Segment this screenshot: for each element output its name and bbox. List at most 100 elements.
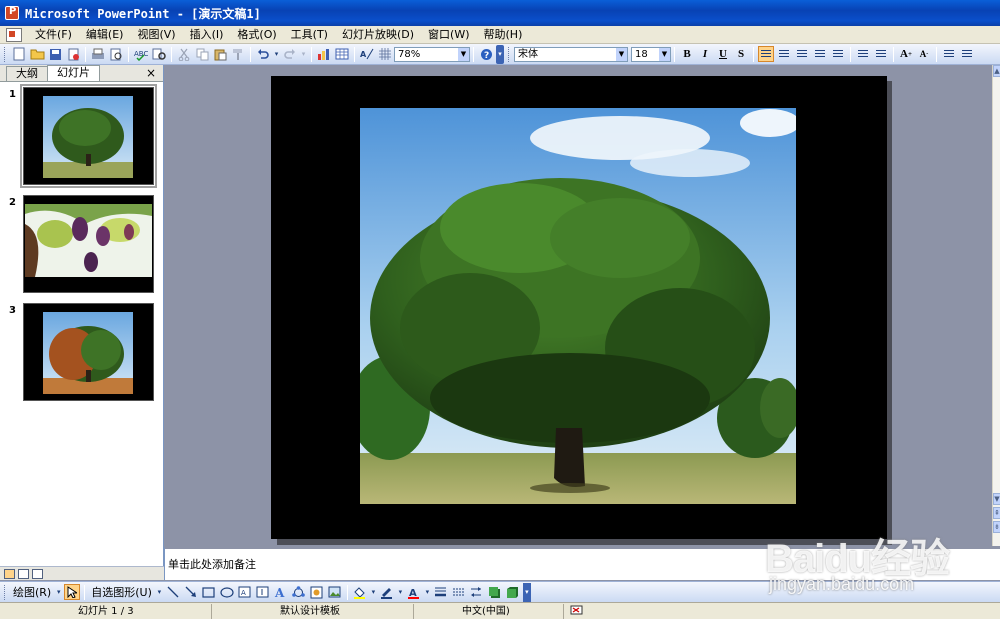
chevron-down-icon[interactable]: ▾ <box>370 584 377 600</box>
notes-pane[interactable]: 单击此处添加备注 <box>164 546 1000 580</box>
menu-insert[interactable]: 插入(I) <box>183 26 231 44</box>
menu-tools[interactable]: 工具(T) <box>284 26 335 44</box>
slide-thumbnail-1[interactable] <box>20 84 157 188</box>
insert-table-icon[interactable] <box>334 46 350 62</box>
autoshapes-button[interactable]: 自选图形(U) <box>88 584 155 600</box>
menu-help[interactable]: 帮助(H) <box>477 26 530 44</box>
scroll-up-icon[interactable]: ▲ <box>993 65 1000 77</box>
shadow-style-icon[interactable] <box>487 584 503 600</box>
scroll-down-icon[interactable]: ▼ <box>993 493 1000 505</box>
open-folder-icon[interactable] <box>29 46 45 62</box>
insert-picture-icon[interactable] <box>327 584 343 600</box>
spelling-icon[interactable]: ABC <box>133 46 149 62</box>
slide-thumbnail-2[interactable] <box>23 195 154 293</box>
close-icon[interactable]: × <box>146 66 156 80</box>
save-icon[interactable] <box>47 46 63 62</box>
clipart-icon[interactable] <box>309 584 325 600</box>
tab-outline[interactable]: 大纲 <box>6 66 48 81</box>
slide-thumbnail-row[interactable]: 2 <box>0 193 164 299</box>
spelling-status-icon[interactable] <box>564 604 604 619</box>
chevron-down-icon[interactable]: ▾ <box>424 584 431 600</box>
align-right-button[interactable] <box>794 46 810 62</box>
slide-thumbnail-3[interactable] <box>23 303 154 401</box>
chevron-down-icon[interactable]: ▼ <box>458 47 469 61</box>
shadow-button[interactable]: S <box>733 46 749 62</box>
decrease-font-button[interactable]: A- <box>916 46 932 62</box>
font-size-select[interactable]: 18 ▼ <box>631 46 671 62</box>
print-icon[interactable] <box>90 46 106 62</box>
chevron-down-icon[interactable]: ▾ <box>55 584 62 600</box>
menu-file[interactable]: 文件(F) <box>28 26 79 44</box>
oval-icon[interactable] <box>219 584 235 600</box>
slide-sorter-view-icon[interactable] <box>18 568 29 579</box>
menu-window[interactable]: 窗口(W) <box>421 26 476 44</box>
rectangle-icon[interactable] <box>201 584 217 600</box>
insert-chart-icon[interactable] <box>316 46 332 62</box>
numbering-button[interactable] <box>855 46 871 62</box>
bold-button[interactable]: B <box>679 46 695 62</box>
vertical-scrollbar[interactable]: ▲ ▼ ⇞ ⇟ <box>992 65 1000 546</box>
increase-font-button[interactable]: A + <box>898 46 914 62</box>
tab-slides[interactable]: 幻灯片 <box>47 65 100 81</box>
menu-edit[interactable]: 编辑(E) <box>79 26 131 44</box>
chevron-down-icon[interactable]: ▼ <box>616 47 627 61</box>
line-style-icon[interactable] <box>433 584 449 600</box>
draw-menu-button[interactable]: 绘图(R) <box>10 584 54 600</box>
redo-dropdown-icon[interactable]: ▾ <box>300 46 307 62</box>
column-button[interactable] <box>830 46 846 62</box>
notes-placeholder[interactable]: 单击此处添加备注 <box>168 556 256 572</box>
font-color-icon[interactable]: A <box>406 584 422 600</box>
slide-thumbnail-row[interactable]: 3 <box>0 301 164 407</box>
paste-icon[interactable] <box>212 46 228 62</box>
toolbar-grip[interactable] <box>508 46 511 62</box>
slideshow-view-icon[interactable] <box>32 568 43 579</box>
diagram-icon[interactable] <box>291 584 307 600</box>
help-icon[interactable]: ? <box>478 46 494 62</box>
normal-view-icon[interactable] <box>4 568 15 579</box>
powerpoint-app-icon[interactable] <box>5 6 19 20</box>
expand-all-icon[interactable]: A <box>359 46 375 62</box>
font-name-select[interactable]: 宋体 ▼ <box>514 46 628 62</box>
underline-button[interactable]: U <box>715 46 731 62</box>
decrease-indent-button[interactable] <box>941 46 957 62</box>
vertical-textbox-icon[interactable] <box>255 584 271 600</box>
previous-slide-icon[interactable]: ⇞ <box>993 507 1000 519</box>
align-center-button[interactable] <box>776 46 792 62</box>
menu-format[interactable]: 格式(O) <box>230 26 283 44</box>
menu-slideshow[interactable]: 幻灯片放映(D) <box>335 26 421 44</box>
toolbar-options-icon[interactable]: ▾ <box>522 582 531 602</box>
toolbar-grip[interactable] <box>4 584 7 600</box>
textbox-icon[interactable]: A <box>237 584 253 600</box>
undo-icon[interactable] <box>255 46 271 62</box>
wordart-icon[interactable]: A <box>273 584 289 600</box>
slide-tree-photo[interactable] <box>360 108 796 504</box>
bullets-button[interactable] <box>873 46 889 62</box>
copy-icon[interactable] <box>194 46 210 62</box>
dash-style-icon[interactable] <box>451 584 467 600</box>
new-icon[interactable] <box>11 46 27 62</box>
fill-color-icon[interactable] <box>352 584 368 600</box>
line-icon[interactable] <box>165 584 181 600</box>
increase-indent-button[interactable] <box>959 46 975 62</box>
toolbar-options-icon[interactable]: ▾ <box>496 44 504 64</box>
print-preview-icon[interactable] <box>108 46 124 62</box>
chevron-down-icon[interactable]: ▼ <box>659 47 670 61</box>
arrow-style-icon[interactable] <box>469 584 485 600</box>
line-color-icon[interactable] <box>379 584 395 600</box>
select-objects-icon[interactable] <box>64 584 81 600</box>
chevron-down-icon[interactable]: ▾ <box>156 584 163 600</box>
cut-icon[interactable] <box>176 46 192 62</box>
undo-dropdown-icon[interactable]: ▾ <box>273 46 280 62</box>
distribute-button[interactable] <box>812 46 828 62</box>
document-icon[interactable] <box>6 27 22 42</box>
align-left-button[interactable] <box>758 46 774 62</box>
zoom-select[interactable]: 78% ▼ <box>394 46 470 62</box>
permission-icon[interactable] <box>65 46 81 62</box>
research-icon[interactable] <box>151 46 167 62</box>
arrow-icon[interactable] <box>183 584 199 600</box>
next-slide-icon[interactable]: ⇟ <box>993 521 1000 533</box>
italic-button[interactable]: I <box>697 46 713 62</box>
chevron-down-icon[interactable]: ▾ <box>397 584 404 600</box>
toolbar-grip[interactable] <box>4 46 7 62</box>
show-grid-icon[interactable] <box>377 46 393 62</box>
